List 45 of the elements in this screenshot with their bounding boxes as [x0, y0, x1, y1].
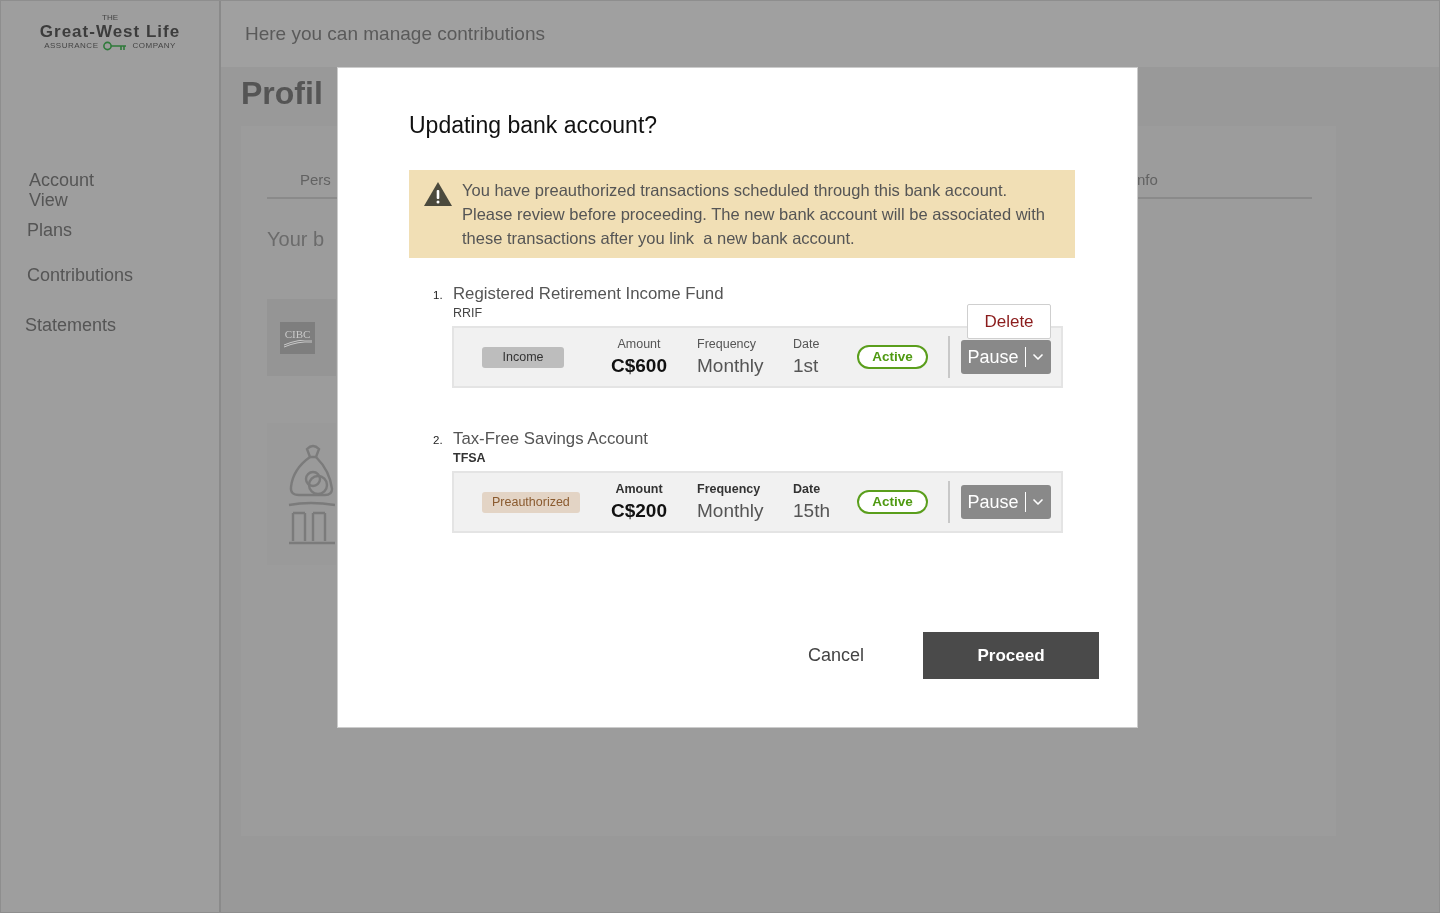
- nav-link[interactable]: Account View: [29, 170, 109, 210]
- header-text: Here you can manage contributions: [245, 21, 545, 46]
- status-badge: Active: [857, 490, 928, 514]
- tab[interactable]: Pers: [300, 168, 331, 191]
- logo-overline: THE: [102, 13, 118, 22]
- category-tag: Preauthorized: [482, 491, 580, 513]
- field-value: 15th: [793, 500, 830, 522]
- pause-button[interactable]: Pause: [961, 485, 1025, 519]
- dialog-title: Updating bank account?: [409, 111, 658, 140]
- list-number: 1.: [433, 288, 444, 303]
- menu-item[interactable]: Delete: [968, 305, 1050, 338]
- page-title: Profil: [241, 74, 323, 113]
- field-label: Frequency: [697, 482, 761, 496]
- warning-text: You have preauthorized transactions scheduled through this bank account. Please review before proceeding. The new bank account will be associated with these transactions after you link a new bank account.: [462, 180, 1047, 249]
- dropdown-toggle[interactable]: [1025, 485, 1051, 519]
- field-value: C$600: [611, 355, 667, 377]
- plan-code: TFSA: [453, 450, 486, 466]
- status-badge: Active: [857, 345, 928, 369]
- bank-logo: CIBC: [280, 321, 315, 354]
- logo-wordmark: Great-West Life: [39, 22, 181, 41]
- logo-tagline: ASSURANCE: [44, 41, 99, 51]
- pause-button[interactable]: Pause: [961, 340, 1025, 374]
- field-label: Date: [793, 337, 820, 351]
- key-icon: [103, 41, 128, 51]
- plan-name: Registered Retirement Income Fund: [453, 284, 724, 304]
- field-value: Monthly: [697, 500, 764, 522]
- field-label: Amount: [617, 337, 661, 351]
- warning-icon: [424, 182, 452, 206]
- field-label: Frequency: [697, 337, 757, 351]
- plan-name: Tax-Free Savings Account: [453, 429, 648, 449]
- dropdown-toggle[interactable]: [1025, 340, 1051, 374]
- list-number: 2.: [433, 433, 444, 448]
- nav-link[interactable]: Statements: [25, 315, 117, 335]
- field-value: C$200: [611, 500, 667, 522]
- field-label: Date: [793, 482, 821, 496]
- nav-link[interactable]: Plans: [27, 220, 73, 240]
- field-label: Amount: [615, 482, 663, 496]
- nav-link[interactable]: Contributions: [27, 265, 134, 285]
- logo-tagline: COMPANY: [132, 41, 176, 51]
- plan-code: RRIF: [453, 305, 483, 321]
- tab[interactable]: nfo: [1137, 168, 1312, 191]
- field-value: 1st: [793, 355, 819, 377]
- field-value: Monthly: [697, 355, 764, 377]
- category-tag: Income: [482, 346, 564, 368]
- proceed-button[interactable]: Proceed: [923, 632, 1099, 679]
